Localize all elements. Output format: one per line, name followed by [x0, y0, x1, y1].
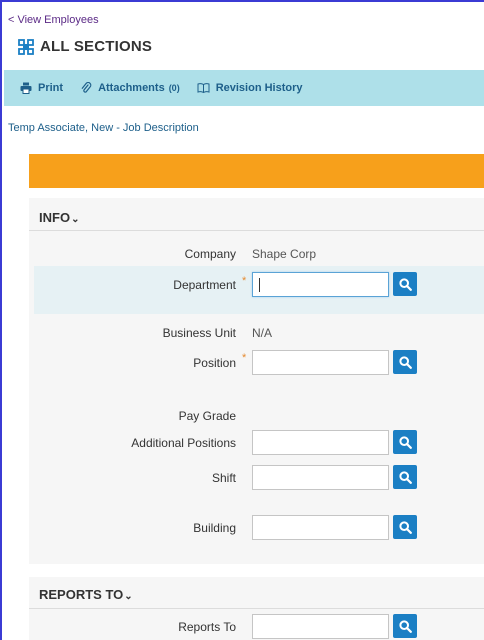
search-icon — [398, 355, 412, 369]
revision-history-label: Revision History — [215, 82, 303, 94]
status-banner — [29, 154, 484, 188]
position-search-button[interactable] — [393, 350, 417, 374]
department-label: Department — [173, 278, 236, 292]
sections-icon — [18, 38, 34, 55]
additional-positions-input[interactable] — [252, 430, 389, 455]
reports-to-search-button[interactable] — [393, 614, 417, 638]
business-unit-value: N/A — [252, 326, 273, 340]
search-icon — [398, 520, 412, 534]
position-label: Position — [193, 356, 236, 370]
additional-positions-label: Additional Positions — [131, 436, 236, 450]
position-input[interactable] — [252, 350, 389, 375]
reports-to-label: Reports To — [178, 620, 236, 634]
info-heading: INFO — [39, 210, 71, 225]
search-icon — [398, 435, 412, 449]
document-subtitle: Temp Associate, New - Job Description — [8, 122, 199, 134]
shift-input[interactable] — [252, 465, 389, 490]
business-unit-label: Business Unit — [162, 326, 236, 340]
shift-search-button[interactable] — [393, 465, 417, 489]
company-value: Shape Corp — [252, 247, 317, 261]
chevron-down-icon: ⌄ — [71, 214, 80, 225]
building-search-button[interactable] — [393, 515, 417, 539]
page-title: ALL SECTIONS — [40, 38, 153, 55]
divider — [29, 608, 484, 609]
page-frame: < View Employees ALL SECTIONS Print Atta… — [0, 0, 484, 640]
reports-to-heading: REPORTS TO — [39, 587, 124, 602]
text-cursor — [259, 278, 260, 292]
search-icon — [398, 277, 412, 291]
building-input[interactable] — [252, 515, 389, 540]
additional-positions-search-button[interactable] — [393, 430, 417, 454]
attachments-label: Attachments — [98, 82, 165, 94]
attachments-button[interactable]: Attachments (0) — [80, 82, 180, 94]
building-label: Building — [193, 521, 236, 535]
attachments-count: (0) — [168, 83, 180, 93]
search-icon — [398, 470, 412, 484]
company-label: Company — [184, 247, 236, 261]
search-icon — [398, 619, 412, 633]
paperclip-icon — [81, 82, 92, 93]
view-employees-link[interactable]: < View Employees — [8, 14, 99, 26]
print-button[interactable]: Print — [20, 82, 63, 94]
required-marker: * — [242, 352, 247, 364]
reports-to-section-toggle[interactable]: REPORTS TO⌄ — [39, 587, 133, 602]
chevron-down-icon: ⌄ — [124, 591, 133, 602]
shift-label: Shift — [211, 471, 236, 485]
document-toolbar: Print Attachments (0) Revision History — [4, 70, 484, 106]
department-search-button[interactable] — [393, 272, 417, 296]
divider — [29, 230, 484, 231]
revision-history-button[interactable]: Revision History — [197, 82, 303, 94]
reports-to-input[interactable] — [252, 614, 389, 639]
required-marker: * — [242, 275, 247, 287]
print-label: Print — [38, 82, 64, 94]
page-header: ALL SECTIONS — [18, 38, 152, 55]
department-input[interactable] — [252, 272, 389, 297]
book-icon — [197, 83, 210, 94]
pay-grade-label: Pay Grade — [178, 409, 236, 423]
info-section-toggle[interactable]: INFO⌄ — [39, 210, 79, 225]
printer-icon — [20, 82, 32, 94]
